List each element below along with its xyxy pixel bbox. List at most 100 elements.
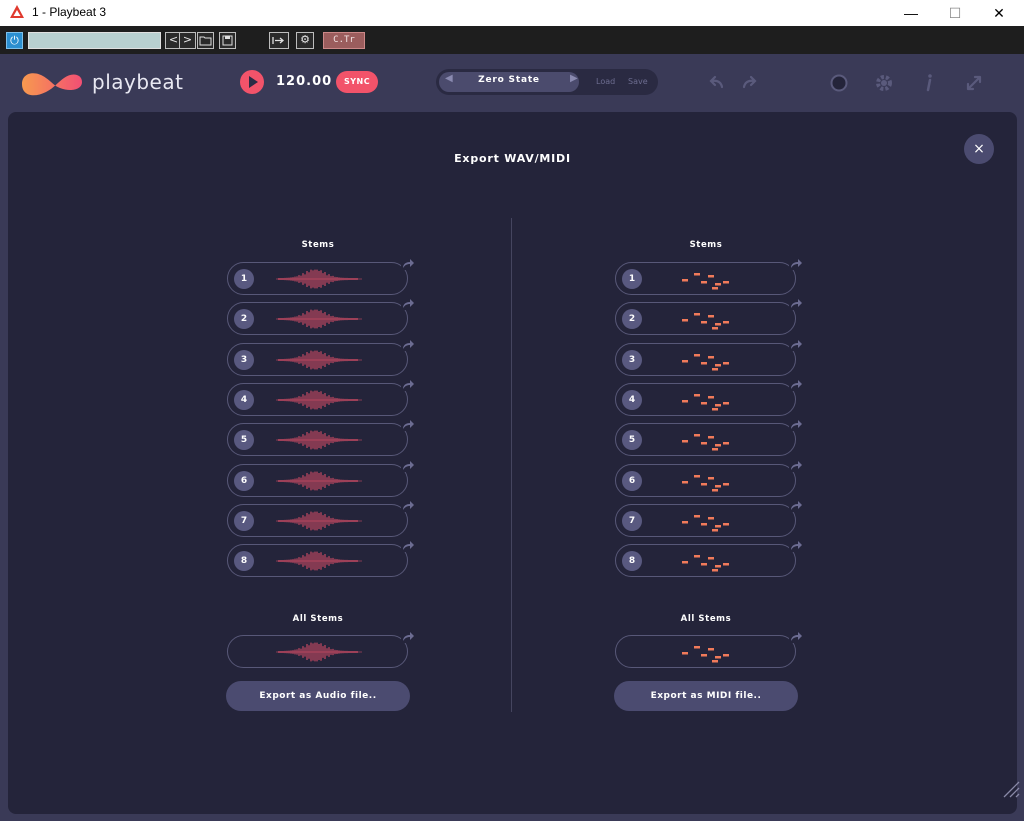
logo-text: playbeat [92, 70, 184, 94]
midi-stem-item[interactable]: 8 [615, 540, 803, 578]
share-arrow-icon[interactable] [401, 338, 415, 351]
stem-number: 8 [234, 551, 254, 572]
plugin-header: playbeat 120.00 SYNC ◀ Zero State ▶ Load… [0, 54, 1024, 112]
tempo-value[interactable]: 120.00 [276, 74, 332, 89]
save-button[interactable]: Save [628, 77, 648, 86]
midi-stem-item[interactable]: 3 [615, 338, 803, 376]
play-button[interactable] [240, 70, 264, 94]
record-icon[interactable] [828, 72, 850, 94]
waveform-icon [276, 309, 362, 329]
stem-number: 6 [234, 470, 254, 491]
midi-stem-item[interactable]: 4 [615, 378, 803, 416]
info-icon[interactable] [918, 72, 940, 94]
audio-stem-item[interactable]: 6 [227, 459, 415, 497]
next-preset-button[interactable]: > [179, 32, 196, 49]
audio-stem-item[interactable]: 7 [227, 499, 415, 537]
midi-stem-item[interactable]: 6 [615, 459, 803, 497]
stem-number: 4 [234, 389, 254, 410]
app-icon [10, 5, 24, 18]
midi-notes-icon [682, 646, 729, 663]
ctr-button[interactable]: C.Tr [323, 32, 365, 49]
preset-name: Zero State [478, 75, 540, 85]
redo-icon[interactable] [738, 72, 760, 94]
stem-number: 7 [622, 510, 642, 531]
power-icon[interactable]: ⏻ [6, 32, 23, 49]
midi-stem-item[interactable]: 5 [615, 419, 803, 457]
share-arrow-icon[interactable] [789, 258, 803, 270]
stem-number: 2 [234, 309, 254, 330]
stem-number: 4 [622, 389, 642, 410]
maximize-button[interactable]: ☐ [932, 0, 978, 26]
load-button[interactable]: Load [596, 77, 615, 86]
midi-notes-icon [682, 514, 729, 532]
midi-stem-item[interactable]: 1 [615, 258, 803, 295]
export-audio-button[interactable]: Export as Audio file.. [226, 681, 410, 711]
midi-notes-icon [682, 313, 729, 330]
sync-button[interactable]: SYNC [336, 71, 378, 93]
stem-number: 3 [234, 349, 254, 370]
preset-name-field[interactable] [28, 32, 161, 49]
waveform-icon [276, 430, 362, 450]
expand-icon[interactable] [963, 72, 985, 94]
audio-stem-item[interactable]: 8 [227, 540, 415, 578]
playbeat-logo-icon [22, 73, 82, 96]
column-divider [511, 218, 512, 712]
audio-stem-item[interactable]: 2 [227, 298, 415, 336]
midi-all-stems-label: All Stems [680, 614, 732, 624]
midi-notes-icon [682, 273, 729, 290]
midi-stem-item[interactable]: 2 [615, 298, 803, 336]
share-arrow-icon[interactable] [789, 499, 803, 512]
share-arrow-icon[interactable] [401, 378, 415, 391]
preset-next-icon[interactable]: ▶ [570, 73, 578, 84]
close-window-button[interactable]: ✕ [976, 0, 1022, 26]
midi-notes-icon [682, 353, 729, 371]
save-disk-icon[interactable] [219, 32, 236, 49]
share-arrow-icon[interactable] [401, 540, 415, 553]
share-arrow-icon[interactable] [401, 459, 415, 472]
audio-stem-item[interactable]: 1 [227, 258, 415, 295]
playbeat-plugin: playbeat 120.00 SYNC ◀ Zero State ▶ Load… [0, 54, 1024, 821]
export-midi-button[interactable]: Export as MIDI file.. [614, 681, 798, 711]
stem-number: 1 [622, 269, 642, 289]
close-panel-button[interactable]: × [964, 134, 994, 164]
share-arrow-icon[interactable] [789, 378, 803, 391]
share-arrow-icon[interactable] [789, 419, 803, 432]
midi-all-stems-item[interactable] [615, 631, 803, 668]
share-arrow-icon[interactable] [789, 298, 803, 311]
share-arrow-icon[interactable] [401, 298, 415, 311]
share-arrow-icon[interactable] [401, 419, 415, 432]
midi-stem-item[interactable]: 7 [615, 499, 803, 537]
audio-stem-item[interactable]: 5 [227, 419, 415, 457]
preset-browser: ◀ Zero State ▶ Load Save [436, 69, 658, 95]
waveform-icon [276, 471, 362, 490]
audio-stem-item[interactable]: 4 [227, 378, 415, 416]
share-arrow-icon[interactable] [789, 540, 803, 553]
share-arrow-icon[interactable] [789, 338, 803, 351]
share-arrow-icon[interactable] [401, 499, 415, 512]
resize-grip-icon[interactable] [998, 776, 1020, 798]
waveform-icon [276, 551, 362, 571]
stem-number: 7 [234, 510, 254, 531]
undo-icon[interactable] [706, 72, 728, 94]
gear-icon[interactable] [873, 72, 895, 94]
stem-number: 1 [234, 269, 254, 289]
audio-stems-label: Stems [301, 240, 335, 250]
settings-gear-icon[interactable]: ⚙ [296, 32, 314, 49]
audio-all-stems-item[interactable] [227, 631, 415, 668]
share-arrow-icon[interactable] [789, 631, 803, 643]
routing-icon[interactable] [269, 32, 289, 49]
stem-number: 2 [622, 309, 642, 330]
open-folder-icon[interactable] [197, 32, 214, 49]
audio-stem-item[interactable]: 3 [227, 338, 415, 376]
share-arrow-icon[interactable] [401, 631, 415, 643]
midi-stems-label: Stems [689, 240, 723, 250]
share-arrow-icon[interactable] [401, 258, 415, 270]
export-panel: Export WAV/MIDI × Stems 1 2 3 4 5 6 7 8 All Ste… [8, 112, 1017, 814]
share-arrow-icon[interactable] [789, 459, 803, 472]
minimize-button[interactable]: — [888, 0, 934, 26]
stem-number: 8 [622, 551, 642, 572]
stem-number: 6 [622, 470, 642, 491]
stem-number: 5 [622, 430, 642, 451]
window-title: 1 - Playbeat 3 [32, 5, 107, 19]
waveform-icon [276, 350, 362, 369]
